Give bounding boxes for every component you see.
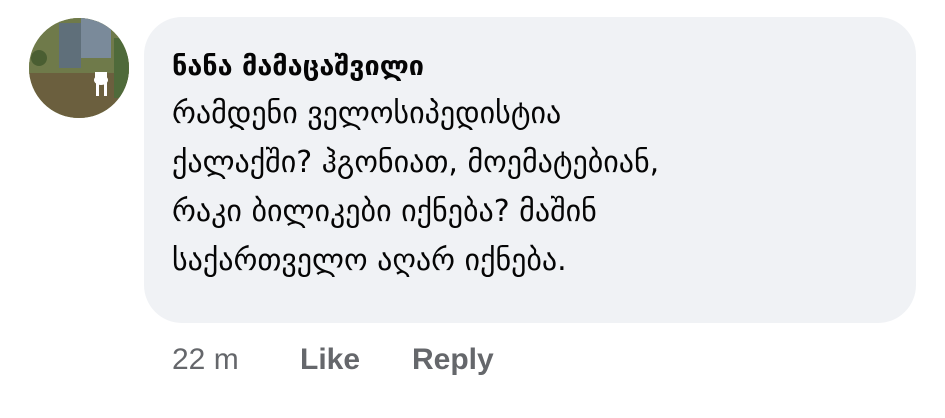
comment-author[interactable]: ნანა მამაცაშვილი xyxy=(172,50,424,84)
comment-timestamp[interactable]: 22 m xyxy=(172,340,239,380)
comment-text-line: რამდენი ველოსიპედისტია xyxy=(172,96,562,131)
comment-text: რამდენი ველოსიპედისტია ქალაქში? ჰგონიათ,… xyxy=(172,89,892,285)
avatar[interactable] xyxy=(29,18,129,118)
avatar-photo xyxy=(29,18,129,118)
reply-button[interactable]: Reply xyxy=(412,340,494,380)
comment-bubble: ნანა მამაცაშვილი რამდენი ველოსიპედისტია … xyxy=(144,17,916,323)
comment-text-line: ქალაქში? ჰგონიათ, მოემატებიან, xyxy=(172,145,660,180)
comment-text-line: საქართველო აღარ იქნება. xyxy=(172,243,567,278)
like-button[interactable]: Like xyxy=(300,340,360,380)
comment-text-line: რაკი ბილიკები იქნება? მაშინ xyxy=(172,194,597,229)
